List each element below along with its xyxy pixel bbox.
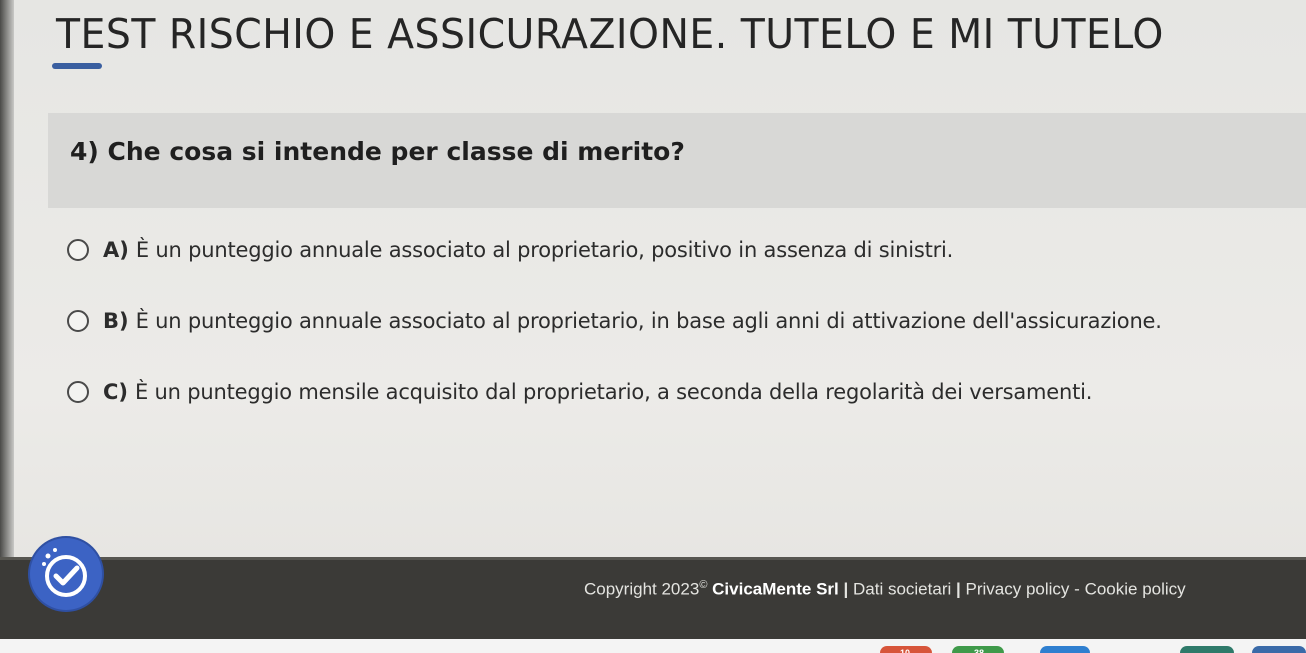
taskbar-badge-1: 10 xyxy=(900,648,911,653)
answer-option-c[interactable]: C) È un punteggio mensile acquisito dal … xyxy=(62,356,1162,427)
company-name: CivicaMente Srl xyxy=(712,579,839,599)
copyright-symbol: © xyxy=(699,579,708,591)
page-title: TEST RISCHIO E ASSICURAZIONE. TUTELO E M… xyxy=(56,10,1164,58)
taskbar: 10 38 xyxy=(0,639,1306,653)
copyright-text: Copyright 2023© CivicaMente Srl | Dati s… xyxy=(584,579,1186,600)
option-text: È un punteggio mensile acquisito dal pro… xyxy=(135,379,1093,404)
question-text: 4) Che cosa si intende per classe di mer… xyxy=(70,137,685,166)
link-dati-societari[interactable]: Dati societari xyxy=(853,580,951,599)
screen-edge xyxy=(0,0,14,653)
radio-button-b[interactable] xyxy=(67,309,89,332)
option-letter: C) xyxy=(103,379,129,404)
link-cookie-policy[interactable]: Cookie policy xyxy=(1085,580,1186,599)
answer-option-a[interactable]: A) È un punteggio annuale associato al p… xyxy=(62,214,1162,285)
taskbar-app-2[interactable]: 38 xyxy=(952,646,1004,653)
option-text: È un punteggio annuale associato al prop… xyxy=(135,237,954,262)
checkmark-circle-icon[interactable] xyxy=(30,538,102,610)
copyright-prefix: Copyright 2023 xyxy=(584,579,700,599)
taskbar-app-3[interactable] xyxy=(1040,646,1090,653)
footer: Copyright 2023© CivicaMente Srl | Dati s… xyxy=(0,557,1306,639)
option-letter: A) xyxy=(103,237,129,262)
taskbar-badge-2: 38 xyxy=(974,648,985,653)
answer-options: A) È un punteggio annuale associato al p… xyxy=(62,214,1162,427)
footer-separator: | xyxy=(956,579,961,599)
answer-option-b[interactable]: B) È un punteggio annuale associato al p… xyxy=(62,285,1162,356)
title-accent-bar xyxy=(52,63,102,69)
quiz-page: TEST RISCHIO E ASSICURAZIONE. TUTELO E M… xyxy=(0,0,1306,653)
taskbar-app-5[interactable] xyxy=(1252,646,1306,653)
footer-divider xyxy=(0,557,1306,560)
checkmark-circle-svg xyxy=(42,548,87,597)
radio-button-c[interactable] xyxy=(67,380,89,403)
taskbar-app-4[interactable] xyxy=(1180,646,1234,653)
option-text: È un punteggio annuale associato al prop… xyxy=(135,308,1162,333)
link-privacy-policy[interactable]: Privacy policy xyxy=(966,580,1070,599)
taskbar-app-1[interactable]: 10 xyxy=(880,646,932,653)
footer-separator: | xyxy=(843,579,849,599)
radio-button-a[interactable] xyxy=(67,238,89,261)
footer-dash: - xyxy=(1074,579,1080,599)
option-letter: B) xyxy=(103,308,129,333)
